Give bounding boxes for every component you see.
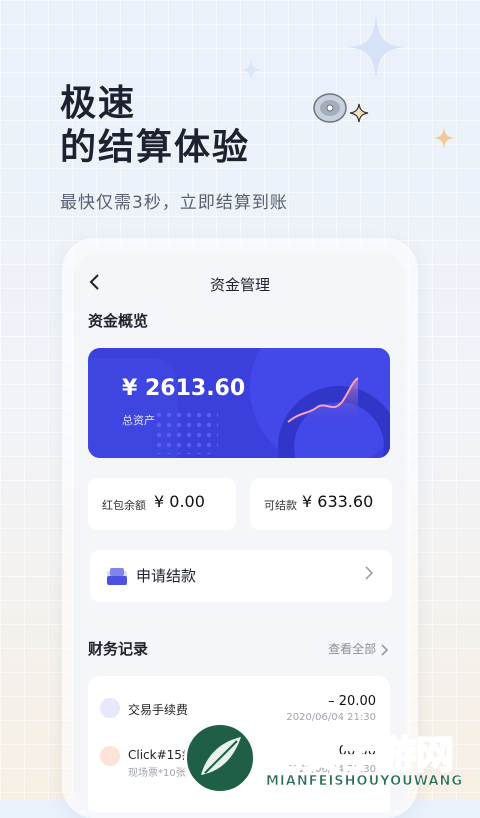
dot-pattern <box>154 410 218 454</box>
apply-label: 申请结款 <box>136 567 197 585</box>
ticket-icon <box>100 746 120 766</box>
hero-title: 极速 的结算体验 <box>60 82 250 170</box>
total-assets-card: ¥ 2613.60 总资产 <box>88 348 390 458</box>
watermark-subtitle: MIANFEISHOUYOUWANG <box>266 774 464 790</box>
watermark: 免费手游网 MIANFEISHOUYOUWANG <box>184 722 480 800</box>
settleable-label: 可结款 <box>264 499 297 512</box>
sparkle-icon <box>348 16 404 78</box>
red-packet-card: 红包余额 ¥ 0.00 <box>88 478 236 530</box>
gold-sparkle-icon <box>433 127 455 149</box>
disc-icon <box>313 93 347 123</box>
record-amount: – 20.00 <box>328 694 376 709</box>
red-packet-label: 红包余额 <box>102 499 146 512</box>
watermark-logo <box>184 722 256 794</box>
settleable-card: 可结款 ¥ 633.60 <box>250 478 392 530</box>
page-title: 资金管理 <box>209 276 270 294</box>
chevron-right-icon <box>364 564 374 587</box>
record-subtitle: 现场票*10张 <box>128 768 186 779</box>
view-all-link[interactable]: 查看全部 <box>328 640 390 657</box>
sparkle-outline-icon <box>349 103 369 123</box>
fee-icon <box>100 698 120 718</box>
trend-chart-icon <box>287 377 359 426</box>
small-sparkle-icon <box>241 59 261 81</box>
apply-settlement-button[interactable]: 申请结款 <box>90 550 392 602</box>
overview-title: 资金概览 <box>88 312 149 330</box>
hero-title-line1: 极速 <box>60 83 137 124</box>
records-title: 财务记录 <box>88 640 149 658</box>
hero-subtitle: 最快仅需3秒，立即结算到账 <box>60 193 288 213</box>
wallet-icon <box>107 568 127 585</box>
settleable-value: ¥ 633.60 <box>302 492 374 511</box>
watermark-title: 免费手游网 <box>263 731 455 778</box>
chevron-right-icon <box>381 643 389 656</box>
total-amount: ¥ 2613.60 <box>122 376 246 401</box>
record-name: 交易手续费 <box>128 703 189 717</box>
red-packet-value: ¥ 0.00 <box>154 492 205 511</box>
leaf-logo-icon <box>201 737 241 775</box>
nav-bar: 资金管理 <box>74 270 406 298</box>
hero-title-line2: 的结算体验 <box>60 127 251 168</box>
total-label: 总资产 <box>122 414 155 427</box>
view-all-label: 查看全部 <box>328 642 377 656</box>
